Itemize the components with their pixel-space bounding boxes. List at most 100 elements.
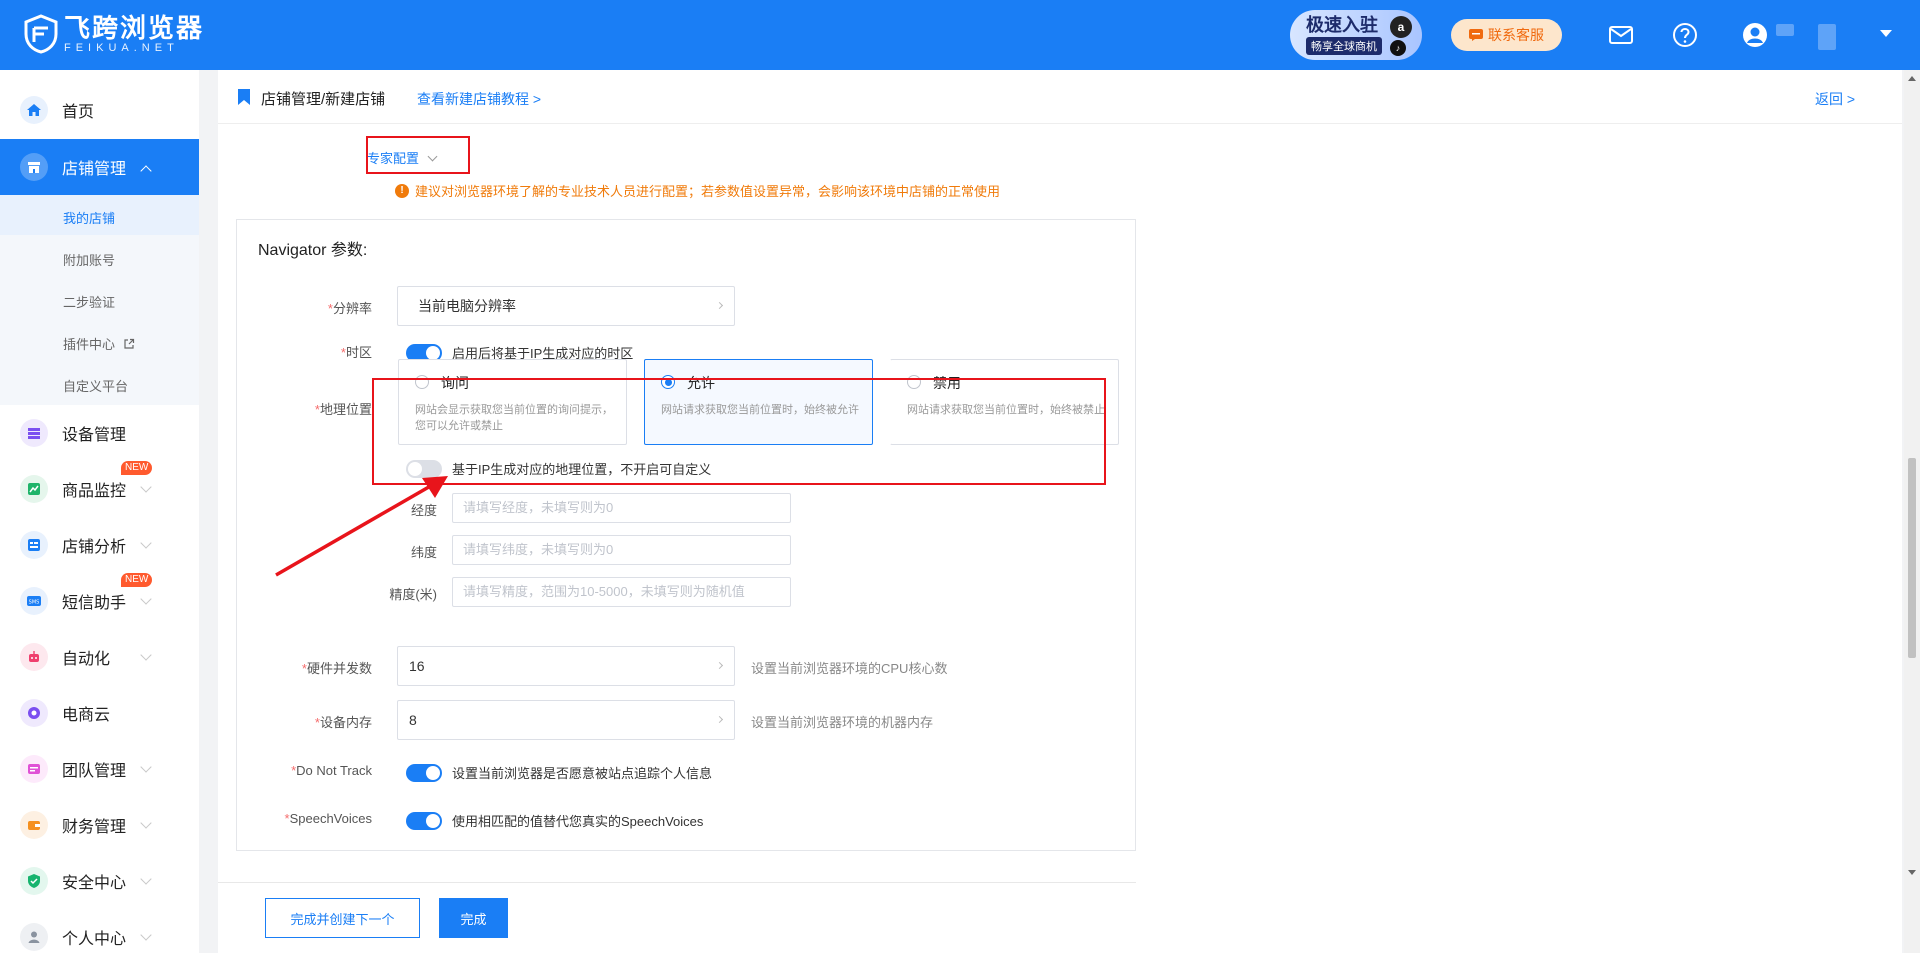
highlight-box-expert [366, 136, 470, 174]
sidebar-item-security-center[interactable]: 安全中心 [0, 853, 199, 909]
accuracy-label: 精度(米) [357, 584, 437, 603]
hardware-concurrency-select[interactable]: 16 [397, 646, 735, 686]
chevron-down-icon [140, 761, 151, 772]
device-memory-label: *设备内存 [222, 712, 372, 731]
contact-service-button[interactable]: 联系客服 [1451, 19, 1562, 51]
warning-text: 建议对浏览器环境了解的专业技术人员进行配置；若参数值设置异常，会影响该环境中店铺… [415, 181, 1000, 200]
mail-icon[interactable] [1608, 22, 1634, 48]
annotation-arrow-icon [270, 470, 455, 580]
contact-service-label: 联系客服 [1488, 25, 1544, 45]
timezone-label: *时区 [222, 342, 372, 361]
analysis-icon [20, 531, 48, 559]
wallet-icon [20, 811, 48, 839]
external-link-icon [123, 338, 135, 350]
latitude-input[interactable]: 请填写纬度，未填写则为0 [452, 535, 791, 565]
logo-shield-icon [24, 14, 58, 54]
tutorial-link[interactable]: 查看新建店铺教程 > [417, 89, 541, 109]
sidebar-item-automation[interactable]: 自动化 [0, 629, 199, 685]
complete-and-create-next-button[interactable]: 完成并创建下一个 [265, 898, 420, 938]
breadcrumb: 店铺管理/新建店铺 [261, 88, 385, 109]
scroll-thumb[interactable] [1908, 458, 1916, 658]
sidebar-item-finance-management[interactable]: 财务管理 [0, 797, 199, 853]
sidebar-item-store-analysis[interactable]: 店铺分析 [0, 517, 199, 573]
dnt-toggle-text: 设置当前浏览器是否愿意被站点追踪个人信息 [452, 763, 712, 782]
complete-button[interactable]: 完成 [439, 898, 508, 938]
chat-icon [1469, 29, 1483, 41]
hardware-concurrency-label: *硬件并发数 [222, 658, 372, 677]
sidebar-item-label: 财务管理 [62, 813, 126, 837]
sidebar-item-sms-assistant[interactable]: SMS 短信助手 NEW [0, 573, 199, 629]
sms-icon: SMS [20, 587, 48, 615]
warning-icon: ! [395, 184, 409, 198]
resolution-select[interactable]: 当前电脑分辨率 [397, 286, 735, 326]
panel-title: Navigator 参数: [258, 236, 367, 260]
chevron-right-icon [716, 302, 723, 309]
sidebar-item-store-management[interactable]: 店铺管理 [0, 139, 199, 195]
sidebar-item-label: 设备管理 [62, 421, 126, 445]
scroll-up-icon[interactable] [1908, 76, 1916, 81]
sidebar: 首页 店铺管理 我的店铺 附加账号 二步验证 插件中心 自定义平台 设备管理 商… [0, 70, 199, 953]
promo-banner[interactable]: 极速入驻 畅享全球商机 a ♪ [1290, 10, 1422, 60]
team-icon [20, 755, 48, 783]
device-memory-hint: 设置当前浏览器环境的机器内存 [751, 712, 933, 731]
promo-subtitle: 畅享全球商机 [1306, 37, 1382, 55]
account-placeholder [1818, 24, 1836, 50]
account-dropdown-icon[interactable] [1880, 30, 1892, 37]
dnt-toggle[interactable] [406, 764, 442, 782]
scroll-down-icon[interactable] [1908, 870, 1916, 875]
chevron-down-icon [140, 929, 151, 940]
sidebar-item-label: 团队管理 [62, 757, 126, 781]
sidebar-item-label: 电商云 [62, 701, 110, 725]
longitude-input[interactable]: 请填写经度，未填写则为0 [452, 493, 791, 523]
sidebar-item-personal-center[interactable]: 个人中心 [0, 909, 199, 953]
sidebar-item-label: 商品监控 [62, 477, 126, 501]
new-badge: NEW [121, 461, 152, 475]
sidebar-item-team-management[interactable]: 团队管理 [0, 741, 199, 797]
chevron-down-icon [140, 593, 151, 604]
help-icon[interactable] [1672, 22, 1698, 48]
amazon-icon: a [1390, 16, 1412, 38]
sidebar-item-device-management[interactable]: 设备管理 [0, 405, 199, 461]
sidebar-item-home[interactable]: 首页 [0, 82, 199, 138]
device-memory-select[interactable]: 8 [397, 700, 735, 740]
avatar-icon[interactable] [1742, 22, 1768, 48]
chevron-down-icon [140, 649, 151, 660]
robot-icon [20, 643, 48, 671]
chevron-right-icon [716, 662, 723, 669]
speech-voices-toggle[interactable] [406, 812, 442, 830]
tiktok-icon: ♪ [1390, 40, 1406, 56]
speech-voices-toggle-text: 使用相匹配的值替代您真实的SpeechVoices [452, 811, 703, 830]
sidebar-item-ecommerce-cloud[interactable]: 电商云 [0, 685, 199, 741]
chevron-right-icon [716, 716, 723, 723]
submenu-my-stores[interactable]: 我的店铺 [63, 208, 115, 227]
submenu-two-step[interactable]: 二步验证 [63, 292, 115, 311]
hardware-concurrency-value: 16 [409, 658, 425, 674]
device-memory-value: 8 [409, 712, 417, 728]
sidebar-item-product-monitor[interactable]: 商品监控 NEW [0, 461, 199, 517]
submenu-extra-accounts[interactable]: 附加账号 [63, 250, 115, 269]
sidebar-item-label: 安全中心 [62, 869, 126, 893]
sidebar-item-label: 个人中心 [62, 925, 126, 949]
monitor-icon [20, 475, 48, 503]
store-icon [20, 153, 48, 181]
chevron-down-icon [140, 481, 151, 492]
speech-voices-label: *SpeechVoices [222, 811, 372, 826]
svg-text:SMS: SMS [29, 600, 40, 606]
logo[interactable]: 飞跨浏览器 FEIKUA.NET [24, 14, 204, 54]
submenu-custom-platform[interactable]: 自定义平台 [63, 376, 128, 395]
sidebar-item-label: 自动化 [62, 645, 110, 669]
sidebar-item-label: 店铺管理 [62, 155, 126, 179]
highlight-box-geolocation [372, 378, 1106, 485]
page-scrollbar[interactable] [1904, 70, 1920, 953]
warning-message: ! 建议对浏览器环境了解的专业技术人员进行配置；若参数值设置异常，会影响该环境中… [395, 181, 1000, 200]
logo-subtitle: FEIKUA.NET [64, 42, 204, 54]
footer-divider [218, 882, 1136, 883]
device-icon [20, 419, 48, 447]
breadcrumb-bar: 店铺管理/新建店铺 查看新建店铺教程 > 返回 > [218, 70, 1902, 124]
submenu-plugin-center[interactable]: 插件中心 [63, 334, 135, 353]
back-link[interactable]: 返回 > [1815, 89, 1855, 109]
resolution-label: *分辨率 [222, 298, 372, 317]
chevron-down-icon [140, 817, 151, 828]
main-content: 店铺管理/新建店铺 查看新建店铺教程 > 返回 > 专家配置 ! 建议对浏览器环… [218, 70, 1902, 953]
accuracy-input[interactable]: 请填写精度，范围为10-5000，未填写则为随机值 [452, 577, 791, 607]
